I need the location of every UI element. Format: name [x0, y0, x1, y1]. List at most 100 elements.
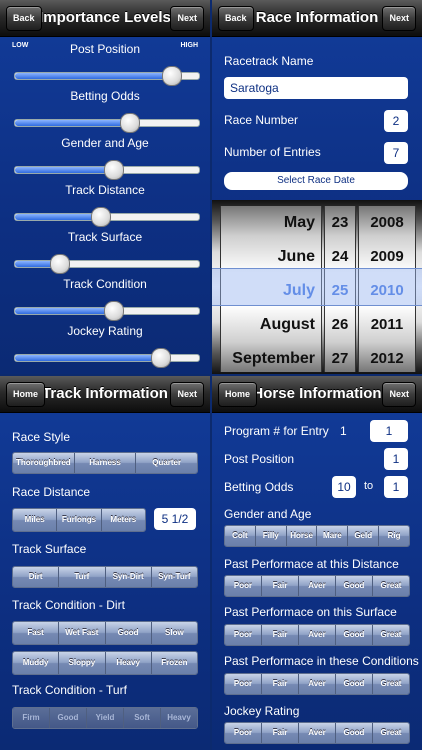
segment-option[interactable]: Syn-Dirt	[104, 567, 151, 587]
segment-option[interactable]: Good	[104, 622, 151, 644]
segment-option[interactable]: Poor	[225, 576, 261, 596]
segment-option[interactable]: Poor	[225, 723, 261, 743]
track-condition-dirt-control-2[interactable]: Muddy Sloppy Heavy Frozen	[12, 651, 198, 675]
slider-thumb[interactable]	[151, 348, 172, 368]
segment-option[interactable]: Poor	[225, 625, 261, 645]
segment-option[interactable]: Aver	[298, 576, 335, 596]
segment-option[interactable]: Turf	[58, 567, 105, 587]
segment-option[interactable]: Fair	[261, 674, 298, 694]
segment-option[interactable]: Poor	[225, 674, 261, 694]
importance-slider[interactable]	[14, 301, 200, 321]
back-button[interactable]: Back	[218, 6, 254, 31]
segment-option[interactable]: Soft	[123, 708, 160, 728]
back-button[interactable]: Back	[6, 6, 42, 31]
picker-row[interactable]: August	[221, 308, 321, 342]
importance-slider[interactable]	[14, 113, 200, 133]
importance-slider[interactable]	[14, 348, 200, 368]
segment-option[interactable]: Fair	[261, 723, 298, 743]
track-condition-dirt-control-1[interactable]: Fast Wet Fast Good Slow	[12, 621, 198, 645]
segment-option[interactable]: Slow	[150, 622, 197, 644]
segment-option[interactable]: Sloppy	[58, 652, 105, 674]
race-style-control[interactable]: Thoroughbred Harness Quarter	[12, 452, 198, 474]
segment-option[interactable]: Muddy	[13, 652, 59, 674]
segment-option[interactable]: Geld	[347, 526, 379, 546]
jockey-rating-control[interactable]: Poor Fair Aver Good Great	[224, 722, 410, 744]
segment-option[interactable]: Miles	[13, 509, 57, 531]
betting-odds-input-b[interactable]: 1	[384, 476, 408, 498]
race-distance-input[interactable]: 5 1/2	[154, 508, 196, 530]
importance-slider[interactable]	[14, 66, 200, 86]
post-position-input[interactable]: 1	[384, 448, 408, 470]
home-button[interactable]: Home	[6, 382, 46, 407]
picker-row[interactable]: 2011	[359, 308, 415, 342]
segment-option[interactable]: Rig	[378, 526, 409, 546]
segment-option[interactable]: Fair	[261, 576, 298, 596]
slider-thumb[interactable]	[90, 207, 111, 227]
slider-thumb[interactable]	[103, 160, 124, 180]
next-button[interactable]: Next	[382, 382, 416, 407]
segment-option[interactable]: Great	[372, 576, 409, 596]
picker-row[interactable]: 26	[325, 308, 355, 342]
next-button[interactable]: Next	[382, 6, 416, 31]
betting-odds-input-a[interactable]: 10	[332, 476, 356, 498]
segment-option[interactable]: Good	[335, 576, 372, 596]
gender-age-control[interactable]: Colt Filly Horse Mare Geld Rig	[224, 525, 410, 547]
next-button[interactable]: Next	[170, 6, 204, 31]
racetrack-name-input[interactable]: Saratoga	[224, 77, 408, 99]
picker-row[interactable]: 23	[325, 206, 355, 240]
segment-option[interactable]: Good	[335, 674, 372, 694]
track-surface-control[interactable]: Dirt Turf Syn-Dirt Syn-Turf	[12, 566, 198, 588]
importance-slider[interactable]	[14, 254, 200, 274]
segment-option[interactable]: Filly	[254, 526, 286, 546]
segment-option[interactable]: Aver	[298, 723, 335, 743]
segment-option[interactable]: Aver	[298, 625, 335, 645]
next-button[interactable]: Next	[170, 382, 204, 407]
race-distance-control[interactable]: Miles Furlongs Meters	[12, 508, 146, 532]
segment-option[interactable]: Furlongs	[56, 509, 101, 531]
segment-option[interactable]: Quarter	[135, 453, 197, 473]
segment-option[interactable]: Firm	[13, 708, 49, 728]
segment-option[interactable]: Meters	[100, 509, 145, 531]
slider-thumb[interactable]	[120, 113, 141, 133]
segment-option[interactable]: Good	[335, 625, 372, 645]
home-button[interactable]: Home	[218, 382, 258, 407]
segment-option[interactable]: Syn-Turf	[150, 567, 197, 587]
segment-option[interactable]: Yield	[86, 708, 123, 728]
segment-option[interactable]: Dirt	[13, 567, 59, 587]
importance-slider[interactable]	[14, 207, 200, 227]
select-race-date-button[interactable]: Select Race Date	[224, 172, 408, 190]
segment-option[interactable]: Great	[372, 625, 409, 645]
segment-option[interactable]: Heavy	[160, 708, 197, 728]
segment-option[interactable]: Thoroughbred	[13, 453, 74, 473]
segment-option[interactable]: Fair	[261, 625, 298, 645]
number-of-entries-input[interactable]: 7	[384, 142, 408, 164]
segment-option[interactable]: Good	[49, 708, 86, 728]
past-performance-conditions-control[interactable]: Poor Fair Aver Good Great	[224, 673, 410, 695]
picker-row[interactable]: 2008	[359, 206, 415, 240]
segment-option[interactable]: Good	[335, 723, 372, 743]
picker-row[interactable]: 27	[325, 342, 355, 372]
picker-row[interactable]: September	[221, 342, 321, 372]
picker-row[interactable]: 2012	[359, 342, 415, 372]
program-entry-input[interactable]: 1	[370, 420, 408, 442]
segment-option[interactable]: Great	[372, 723, 409, 743]
segment-option[interactable]: Aver	[298, 674, 335, 694]
segment-option[interactable]: Frozen	[150, 652, 197, 674]
segment-option[interactable]: Colt	[225, 526, 255, 546]
picker-row[interactable]: May	[221, 206, 321, 240]
track-condition-turf-control[interactable]: Firm Good Yield Soft Heavy	[12, 707, 198, 729]
past-performance-distance-control[interactable]: Poor Fair Aver Good Great	[224, 575, 410, 597]
slider-thumb[interactable]	[162, 66, 183, 86]
slider-thumb[interactable]	[103, 301, 124, 321]
segment-option[interactable]: Mare	[316, 526, 348, 546]
slider-thumb[interactable]	[50, 254, 71, 274]
segment-option[interactable]: Horse	[285, 526, 317, 546]
segment-option[interactable]: Heavy	[104, 652, 151, 674]
segment-option[interactable]: Fast	[13, 622, 59, 644]
segment-option[interactable]: Wet Fast	[58, 622, 105, 644]
past-performance-surface-control[interactable]: Poor Fair Aver Good Great	[224, 624, 410, 646]
race-number-input[interactable]: 2	[384, 110, 408, 132]
segment-option[interactable]: Great	[372, 674, 409, 694]
importance-slider[interactable]	[14, 160, 200, 180]
segment-option[interactable]: Harness	[73, 453, 136, 473]
